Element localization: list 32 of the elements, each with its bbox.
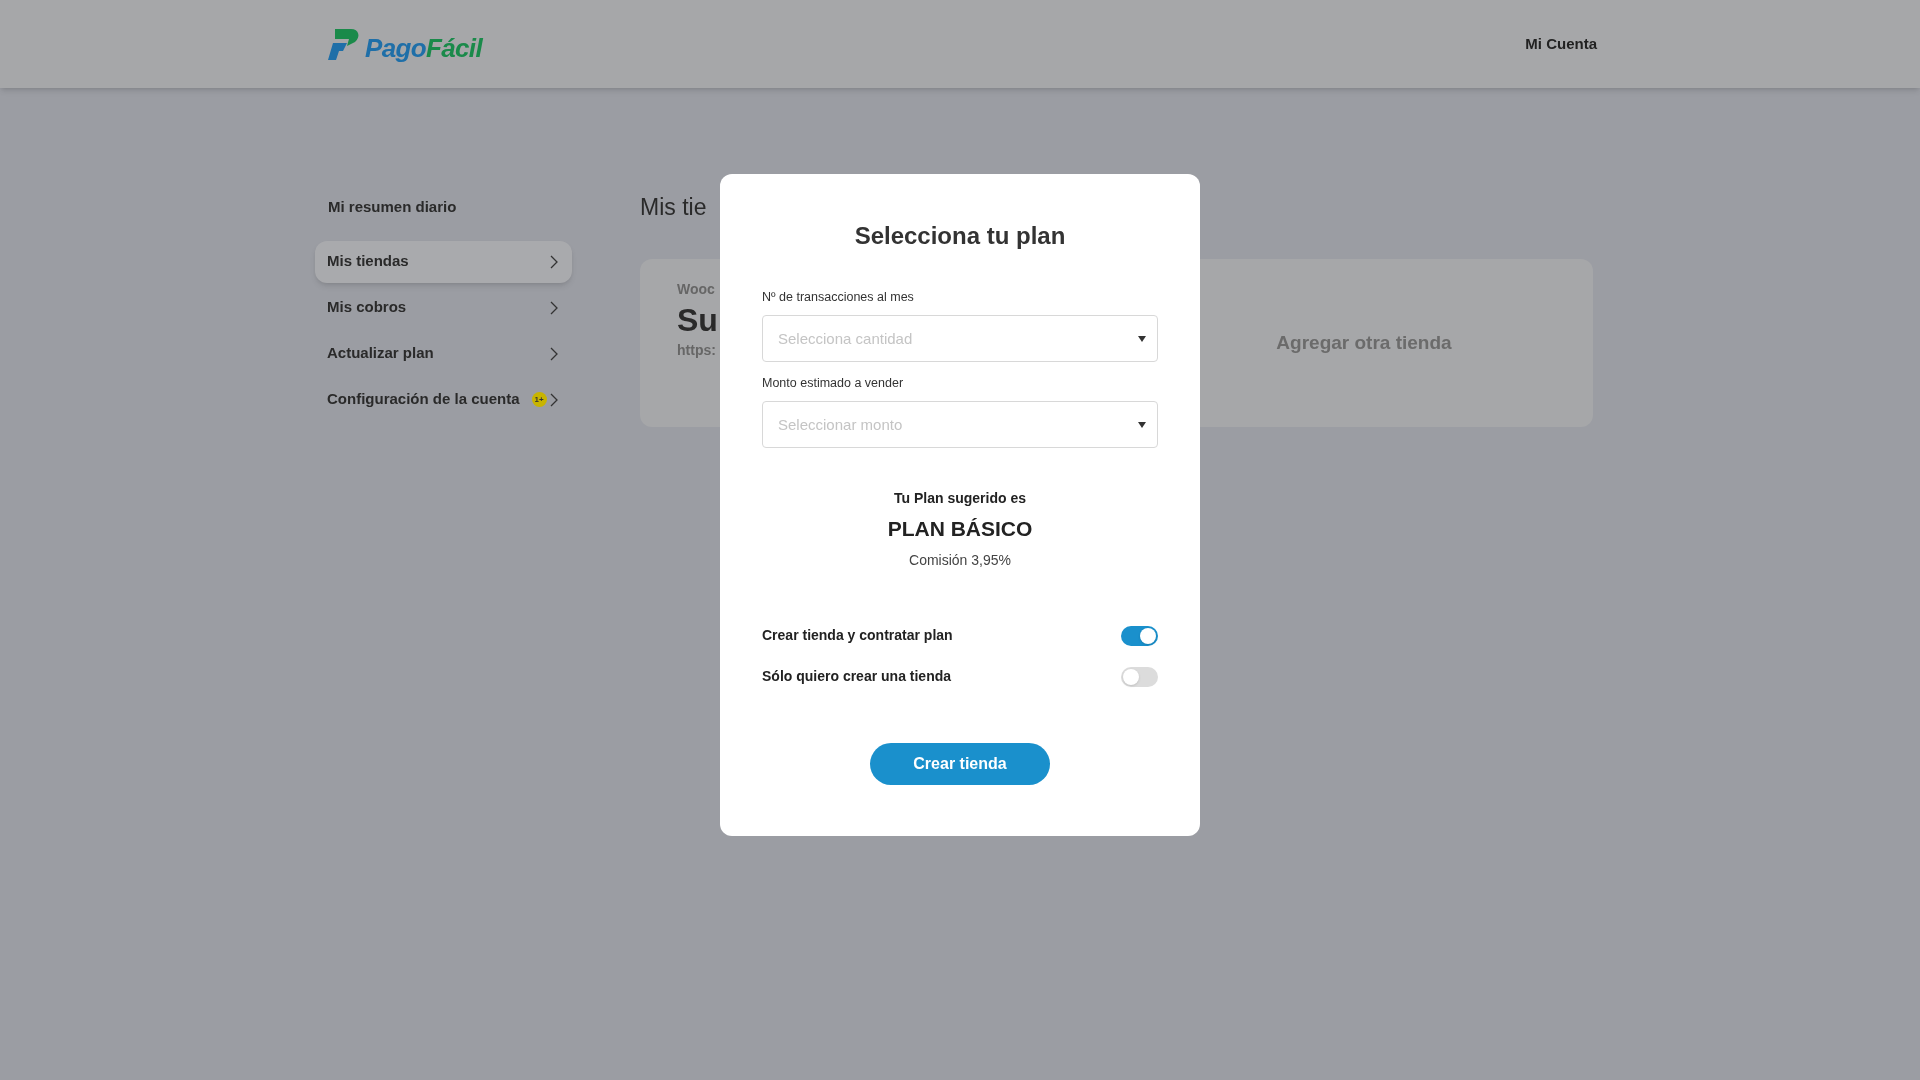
select-field[interactable]: Selecciona cantidad: [762, 314, 1158, 362]
toggle-switch[interactable]: [1121, 625, 1158, 646]
logo-wordmark: PagoFácil: [365, 35, 482, 61]
notification-badge: 1+: [531, 392, 547, 407]
sidebar-item[interactable]: Actualizar plan: [315, 332, 572, 375]
commission-text: Comisión 3,95%: [909, 551, 1011, 570]
modal-title: Selecciona tu plan: [854, 221, 1066, 251]
option-label: Crear tienda y contratar plan: [762, 626, 953, 645]
sidebar-title: Mi resumen diario: [327, 197, 458, 217]
page-heading: Mis tie: [640, 196, 708, 219]
chevron-right-icon: [550, 254, 558, 269]
sidebar-item[interactable]: Mis tiendas: [315, 240, 572, 283]
logo-icon: [327, 27, 361, 61]
toggle-switch[interactable]: [1121, 666, 1158, 687]
dropdown-caret-icon: [1138, 421, 1146, 428]
store-url: https:: [677, 341, 716, 360]
suggestion-intro: Tu Plan sugerido es: [894, 488, 1026, 508]
field-label: Nº de transacciones al mes: [762, 289, 914, 306]
field-label: Monto estimado a vender: [762, 374, 904, 392]
create-store-button[interactable]: Crear tienda: [870, 743, 1050, 785]
account-link[interactable]: Mi Cuenta: [1525, 32, 1597, 56]
store-platform: Wooc: [677, 280, 715, 299]
select-field[interactable]: Seleccionar monto: [762, 400, 1158, 448]
suggested-plan: PLAN BÁSICO: [887, 515, 1033, 542]
dropdown-caret-icon: [1138, 335, 1146, 342]
option-label: Sólo quiero crear una tienda: [762, 667, 952, 686]
sidebar-item[interactable]: Mis cobros: [315, 286, 572, 329]
chevron-right-icon: [550, 392, 558, 407]
store-name: Su: [677, 301, 718, 340]
chevron-right-icon: [550, 300, 558, 315]
chevron-right-icon: [550, 346, 558, 361]
sidebar-item[interactable]: Configuración de la cuenta 1+: [315, 378, 572, 421]
